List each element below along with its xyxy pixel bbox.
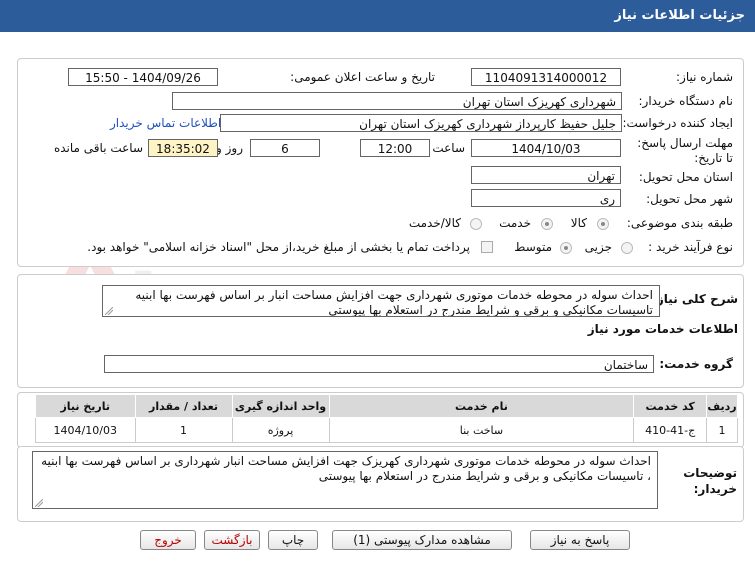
treasury-checkbox[interactable]: [481, 241, 493, 253]
remaining-time-field: 18:35:02: [148, 139, 218, 157]
province-field: تهران: [471, 166, 621, 184]
deadline-label: مهلت ارسال پاسخ: تا تاریخ:: [637, 136, 733, 165]
days-label: روز و: [216, 141, 243, 155]
resize-grip-icon[interactable]: [35, 499, 43, 507]
reply-to-need-button[interactable]: پاسخ به نیاز: [530, 530, 630, 550]
summary-label: شرح کلی نیاز:: [652, 292, 738, 306]
buyer-field: شهرداری کهریزک استان تهران: [172, 92, 622, 110]
deadline-time-field: 12:00: [360, 139, 430, 157]
exit-button[interactable]: خروج: [140, 530, 196, 550]
cell-code: ج-41-410: [633, 417, 708, 443]
service-group-label: گروه خدمت:: [659, 357, 733, 371]
col-date: تاریخ نیاز: [35, 394, 136, 418]
creator-label: ایجاد کننده درخواست:: [622, 116, 733, 130]
print-button[interactable]: چاپ: [268, 530, 318, 550]
category-radio-goods-service[interactable]: [470, 218, 482, 230]
resize-grip-icon[interactable]: [105, 307, 113, 315]
need-number-field: 1104091314000012: [471, 68, 621, 86]
category-option-goods-service: کالا/خدمت: [408, 216, 461, 230]
col-row: ردیف: [706, 394, 738, 418]
col-unit: واحد اندازه گیری: [231, 394, 330, 418]
services-section-title: اطلاعات خدمات مورد نیاز: [587, 322, 738, 336]
cell-unit: پروژه: [231, 417, 330, 443]
process-option-minor: جزیی: [584, 240, 612, 254]
cell-name: ساخت بنا: [328, 417, 635, 443]
col-code: کد خدمت: [633, 394, 708, 418]
process-option-medium: متوسط: [514, 240, 552, 254]
category-label: طبقه بندی موضوعی:: [626, 216, 733, 230]
process-radio-medium[interactable]: [560, 242, 572, 254]
table-row: 1 ج-41-410 ساخت بنا پروژه 1 1404/10/03: [35, 417, 738, 443]
service-group-field: ساختمان: [104, 355, 654, 373]
days-remaining-field: 6: [250, 139, 320, 157]
need-number-label: شماره نیاز:: [676, 70, 733, 84]
cell-qty: 1: [134, 417, 233, 443]
buyer-notes-text: احداث سوله در محوطه خدمات موتوری شهرداری…: [41, 454, 651, 483]
process-radio-minor[interactable]: [621, 242, 633, 254]
process-label: نوع فرآیند خرید :: [648, 240, 733, 254]
table-header-row: ردیف کد خدمت نام خدمت واحد اندازه گیری ت…: [35, 394, 738, 418]
remaining-time-label: ساعت باقی مانده: [53, 141, 143, 155]
services-table: ردیف کد خدمت نام خدمت واحد اندازه گیری ت…: [35, 394, 738, 443]
announce-label: تاریخ و ساعت اعلان عمومی:: [290, 70, 435, 84]
col-name: نام خدمت: [328, 394, 635, 418]
summary-text: احداث سوله در محوطه خدمات موتوری شهرداری…: [135, 288, 653, 317]
deadline-date-field: 1404/10/03: [471, 139, 621, 157]
page-title: جزئیات اطلاعات نیاز: [0, 0, 755, 32]
category-option-service: خدمت: [499, 216, 531, 230]
category-option-goods: کالا: [570, 216, 587, 230]
summary-textarea[interactable]: احداث سوله در محوطه خدمات موتوری شهرداری…: [102, 285, 660, 317]
creator-field: جلیل حفیظ کارپرداز شهرداری کهریزک استان …: [220, 114, 622, 132]
city-field: ری: [471, 189, 621, 207]
buyer-notes-textarea[interactable]: احداث سوله در محوطه خدمات موتوری شهرداری…: [32, 451, 658, 509]
col-qty: تعداد / مقدار: [134, 394, 233, 418]
province-label: استان محل تحویل:: [638, 170, 733, 184]
buyer-label: نام دستگاه خریدار:: [638, 94, 734, 108]
view-attachments-button[interactable]: مشاهده مدارک پیوستی (1): [332, 530, 512, 550]
deadline-time-label: ساعت: [432, 141, 465, 155]
announce-field: 1404/09/26 - 15:50: [68, 68, 218, 86]
category-radio-goods[interactable]: [597, 218, 609, 230]
buyer-notes-label: توضیحات خریدار:: [683, 466, 737, 496]
cell-row: 1: [706, 417, 738, 443]
cell-date: 1404/10/03: [35, 417, 136, 443]
payment-note: پرداخت تمام یا بخشی از مبلغ خرید،از محل …: [87, 240, 470, 254]
buyer-contact-link[interactable]: اطلاعات تماس خریدار: [110, 116, 221, 130]
category-radio-service[interactable]: [541, 218, 553, 230]
back-button[interactable]: بازگشت: [204, 530, 260, 550]
city-label: شهر محل تحویل:: [646, 192, 733, 206]
